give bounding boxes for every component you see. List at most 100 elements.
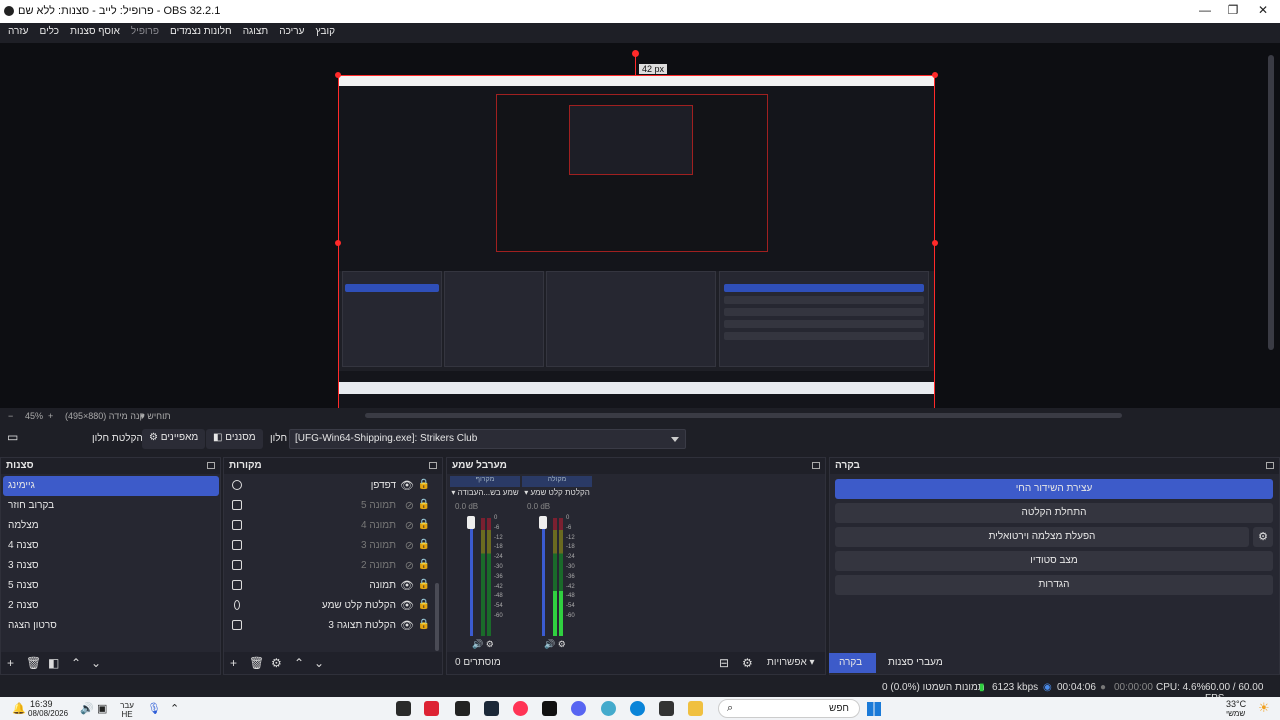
discord-icon[interactable] — [571, 701, 586, 716]
move-up-icon[interactable]: ⌃ — [71, 656, 81, 670]
channel-settings-icon[interactable]: ⚙ — [558, 639, 566, 649]
scene-item[interactable]: סרטון הצגה — [3, 616, 219, 636]
menu-scene-collection[interactable]: אוסף סצנות — [66, 23, 124, 40]
source-item[interactable]: דפדפן 👁 🔒 — [228, 476, 434, 496]
add-source-icon[interactable]: + — [230, 656, 237, 670]
virtual-camera-button[interactable]: הפעלת מצלמה וירטואלית — [835, 527, 1249, 547]
maximize-icon[interactable]: ❐ — [1218, 3, 1248, 21]
scene-item[interactable]: סצנה 2 — [3, 596, 219, 616]
resize-handle-l[interactable] — [335, 240, 341, 246]
source-item[interactable]: תמונה 4 ⊘ 🔒 — [228, 516, 434, 536]
menu-docks[interactable]: חלונות נצמדים — [166, 23, 236, 40]
menu-edit[interactable]: עריכה — [275, 23, 308, 40]
menu-file[interactable]: קובץ — [312, 23, 340, 40]
scene-item[interactable]: סצנה 4 — [3, 536, 219, 556]
window-select[interactable]: [UFG-Win64-Shipping.exe]: Strikers Club — [289, 429, 686, 449]
scene-item[interactable]: מצלמה — [3, 516, 219, 536]
eye-hidden-icon[interactable]: ⊘ — [405, 539, 414, 552]
speaker-icon[interactable]: 🔊 — [544, 639, 555, 649]
move-down-icon[interactable]: ⌄ — [91, 656, 101, 670]
lock-icon[interactable]: 🔒 — [418, 519, 430, 530]
store-icon[interactable] — [659, 701, 674, 716]
lock-icon[interactable]: 🔒 — [418, 539, 430, 550]
language-indicator[interactable]: עבר HE — [120, 701, 134, 719]
undock-icon[interactable] — [1266, 462, 1274, 469]
app-icon[interactable] — [396, 701, 411, 716]
channel-device-select[interactable]: שמע בש...העבודה ▾ — [450, 488, 520, 497]
studio-mode-button[interactable]: מצב סטודיו — [835, 551, 1273, 571]
preview-horizontal-scrollbar[interactable] — [365, 413, 1122, 418]
channel-settings-icon[interactable]: ⚙ — [486, 639, 494, 649]
resize-handle-r[interactable] — [932, 240, 938, 246]
zoom-dropdown-icon[interactable]: ▾ — [140, 411, 145, 422]
file-explorer-icon[interactable] — [688, 701, 703, 716]
advanced-audio-icon[interactable]: ⚙ — [742, 656, 753, 670]
lock-icon[interactable]: 🔒 — [418, 579, 430, 590]
eye-icon[interactable]: 👁 — [400, 599, 414, 612]
start-recording-button[interactable]: התחלת הקלטה — [835, 503, 1273, 523]
undock-icon[interactable] — [207, 462, 215, 469]
menu-view[interactable]: תצוגה — [239, 23, 273, 40]
undock-icon[interactable] — [429, 462, 437, 469]
undock-icon[interactable] — [812, 462, 820, 469]
eye-hidden-icon[interactable]: ⊘ — [405, 499, 414, 512]
lock-icon[interactable]: 🔒 — [418, 499, 430, 510]
windows-start-icon[interactable] — [867, 702, 881, 716]
lock-icon[interactable]: 🔒 — [418, 619, 430, 630]
weather-sun-icon[interactable]: ☀ — [1258, 700, 1270, 716]
move-down-icon[interactable]: ⌄ — [314, 656, 324, 670]
minimize-icon[interactable]: — — [1190, 3, 1220, 21]
captured-window-source[interactable] — [338, 75, 935, 409]
notification-icon[interactable]: 🔔 — [12, 702, 26, 715]
channel-device-select[interactable]: הקלטת קלט שמע ▾ — [522, 488, 592, 497]
app-icon[interactable] — [601, 701, 616, 716]
source-properties-icon[interactable]: ⚙ — [271, 656, 282, 670]
app-icon[interactable] — [424, 701, 439, 716]
network-icon[interactable]: ▣ — [97, 702, 107, 715]
source-item[interactable]: תמונה 2 ⊘ 🔒 — [228, 556, 434, 576]
eye-hidden-icon[interactable]: ⊘ — [405, 559, 414, 572]
mic-icon[interactable]: 🎙 — [147, 702, 161, 715]
rotate-handle[interactable] — [632, 50, 639, 57]
resize-handle-tr[interactable] — [932, 72, 938, 78]
volume-fader[interactable] — [470, 518, 473, 636]
resize-handle-tl[interactable] — [335, 72, 341, 78]
source-item[interactable]: תמונה 3 ⊘ 🔒 — [228, 536, 434, 556]
speaker-icon[interactable]: 🔊 — [472, 639, 483, 649]
scene-item[interactable]: סצנה 5 — [3, 576, 219, 596]
menu-help[interactable]: עזרה — [4, 23, 32, 40]
properties-button[interactable]: מאפיינים ⚙ — [142, 429, 206, 449]
edge-icon[interactable] — [630, 701, 645, 716]
tab-scene-transitions[interactable]: מעברי סצנות — [878, 653, 953, 673]
volume-icon[interactable]: 🔊 — [80, 702, 94, 715]
filters-button[interactable]: מסננים ◧ — [206, 429, 263, 449]
add-scene-icon[interactable]: + — [7, 656, 14, 670]
eye-icon[interactable]: 👁 — [400, 619, 414, 632]
eye-icon[interactable]: 👁 — [400, 479, 414, 492]
volume-fader-knob[interactable] — [539, 516, 547, 529]
volume-fader-knob[interactable] — [467, 516, 475, 529]
zoom-in-icon[interactable]: + — [48, 411, 53, 421]
move-up-icon[interactable]: ⌃ — [294, 656, 304, 670]
source-item[interactable]: תמונה 5 ⊘ 🔒 — [228, 496, 434, 516]
taskbar-search[interactable]: חפש ⌕ — [718, 699, 860, 718]
volume-fader[interactable] — [542, 518, 545, 636]
eye-hidden-icon[interactable]: ⊘ — [405, 519, 414, 532]
close-icon[interactable]: ✕ — [1248, 3, 1278, 21]
remove-scene-icon[interactable]: 🗑 — [26, 656, 41, 670]
tray-chevron-icon[interactable]: ⌃ — [170, 702, 179, 715]
sources-scrollbar[interactable] — [435, 583, 439, 651]
scene-item[interactable]: גיימינג — [3, 476, 219, 496]
remove-source-icon[interactable]: 🗑 — [249, 656, 264, 670]
opera-icon[interactable] — [513, 701, 528, 716]
eye-icon[interactable]: 👁 — [400, 579, 414, 592]
obs-taskbar-icon[interactable] — [542, 701, 557, 716]
layout-icon[interactable]: ⊟ — [719, 656, 729, 670]
settings-button[interactable]: הגדרות — [835, 575, 1273, 595]
app-icon[interactable] — [455, 701, 470, 716]
tab-controls[interactable]: בקרה — [829, 653, 876, 673]
lock-icon[interactable]: 🔒 — [418, 559, 430, 570]
scene-item[interactable]: בקרוב חוזר — [3, 496, 219, 516]
source-item[interactable]: הקלטת קלט שמע 👁 🔒 — [228, 596, 434, 616]
options-button[interactable]: אפשרויות ▾ — [767, 657, 815, 668]
